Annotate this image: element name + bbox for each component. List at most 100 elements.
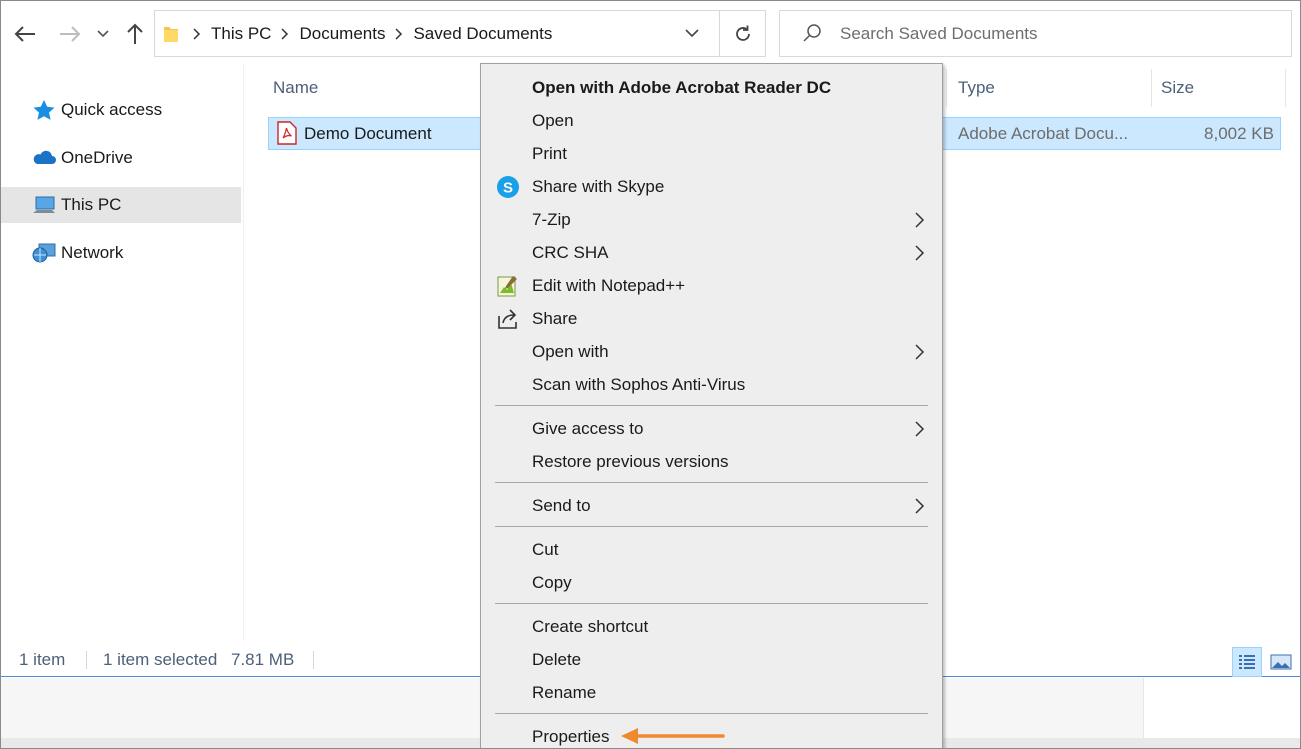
menu-item-label: Open with	[532, 342, 609, 361]
column-divider[interactable]	[946, 69, 947, 107]
selection-count: 1 item selected	[103, 650, 218, 669]
menu-item-share-with-skype[interactable]: S Share with Skype	[482, 170, 941, 203]
sidebar-item-label: Quick access	[61, 100, 163, 119]
refresh-button[interactable]	[719, 11, 766, 56]
menu-item-scan-sophos[interactable]: Scan with Sophos Anti-Virus	[482, 368, 941, 401]
address-dropdown-icon[interactable]	[685, 26, 699, 40]
chevron-right-icon	[281, 27, 289, 40]
search-box[interactable]: Search Saved Documents	[779, 10, 1292, 57]
menu-item-rename[interactable]: Rename	[482, 676, 941, 709]
refresh-icon	[736, 25, 750, 41]
menu-item-open-with[interactable]: Open with	[482, 335, 941, 368]
skype-icon: S	[497, 176, 519, 198]
callout-arrow-icon	[621, 728, 725, 744]
sidebar-item-label: Network	[61, 243, 124, 262]
menu-item-label: Edit with Notepad++	[532, 276, 686, 295]
recent-locations-button[interactable]	[91, 17, 115, 51]
arrow-right-icon	[60, 26, 81, 42]
sidebar-item-onedrive[interactable]: OneDrive	[1, 140, 241, 176]
chevron-right-icon	[915, 344, 925, 360]
menu-item-label: Share	[532, 309, 578, 328]
up-button[interactable]	[121, 17, 149, 51]
menu-item-edit-notepad[interactable]: Edit with Notepad++	[482, 269, 941, 302]
menu-item-label: Properties	[532, 727, 610, 746]
address-bar[interactable]: This PC Documents Saved Documents	[154, 10, 766, 57]
menu-item-create-shortcut[interactable]: Create shortcut	[482, 610, 941, 643]
menu-item-label: 7-Zip	[532, 210, 571, 229]
details-view-icon	[1239, 655, 1255, 669]
share-icon	[498, 309, 517, 329]
context-menu: Open with Adobe Acrobat Reader DC Open P…	[480, 63, 943, 748]
menu-item-label: Create shortcut	[532, 617, 649, 636]
menu-item-7zip[interactable]: 7-Zip	[482, 203, 941, 236]
pdf-file-icon	[277, 121, 297, 145]
folder-icon	[164, 27, 178, 42]
menu-item-label: Open with Adobe Acrobat Reader DC	[532, 78, 832, 97]
menu-item-label: Send to	[532, 496, 591, 515]
item-count: 1 item	[19, 650, 66, 669]
file-type: Adobe Acrobat Docu...	[958, 124, 1129, 143]
menu-item-delete[interactable]: Delete	[482, 643, 941, 676]
large-icons-view-icon	[1270, 654, 1292, 670]
search-input[interactable]: Search Saved Documents	[840, 11, 1038, 56]
selection-size: 7.81 MB	[231, 650, 295, 669]
navigation-bar: This PC Documents Saved Documents Search…	[1, 1, 1300, 65]
breadcrumb: This PC Documents Saved Documents	[193, 11, 552, 56]
column-header-type[interactable]: Type	[958, 67, 995, 109]
menu-item-open-with-acrobat[interactable]: Open with Adobe Acrobat Reader DC	[482, 71, 941, 104]
chevron-right-icon	[915, 245, 925, 261]
menu-item-crc-sha[interactable]: CRC SHA	[482, 236, 941, 269]
menu-item-share[interactable]: Share	[482, 302, 941, 335]
search-icon	[803, 24, 821, 42]
forward-button[interactable]	[56, 17, 84, 51]
back-button[interactable]	[11, 17, 39, 51]
menu-item-label: Scan with Sophos Anti-Virus	[532, 375, 746, 394]
menu-item-label: Share with Skype	[532, 177, 665, 196]
breadcrumb-documents[interactable]: Documents	[299, 24, 385, 44]
chevron-down-icon	[97, 30, 109, 38]
details-view-button[interactable]	[1232, 647, 1262, 677]
menu-item-send-to[interactable]: Send to	[482, 489, 941, 522]
breadcrumb-saved-documents[interactable]: Saved Documents	[413, 24, 552, 44]
sidebar-item-network[interactable]: Network	[1, 235, 241, 271]
menu-item-open[interactable]: Open	[482, 104, 941, 137]
sidebar-item-this-pc[interactable]: This PC	[1, 187, 241, 223]
menu-item-cut[interactable]: Cut	[482, 533, 941, 566]
network-icon	[32, 243, 56, 263]
column-divider[interactable]	[1151, 69, 1152, 107]
menu-item-restore-versions[interactable]: Restore previous versions	[482, 445, 941, 478]
arrow-left-icon	[14, 26, 35, 42]
file-explorer-window: This PC Documents Saved Documents Search…	[0, 0, 1301, 749]
sidebar-item-label: This PC	[61, 195, 122, 214]
large-icons-view-button[interactable]	[1266, 647, 1296, 677]
column-divider[interactable]	[1285, 69, 1286, 107]
column-header-size[interactable]: Size	[1161, 67, 1194, 109]
menu-item-label: Delete	[532, 650, 582, 669]
menu-item-label: CRC SHA	[532, 243, 609, 262]
menu-item-label: Give access to	[532, 419, 644, 438]
chevron-right-icon	[915, 212, 925, 228]
menu-item-label: Print	[532, 144, 567, 163]
menu-separator	[495, 603, 928, 604]
menu-item-label: Rename	[532, 683, 597, 702]
column-header-name[interactable]: Name	[273, 67, 318, 109]
chevron-right-icon	[395, 27, 403, 40]
file-size: 8,002 KB	[1204, 124, 1274, 143]
menu-item-copy[interactable]: Copy	[482, 566, 941, 599]
menu-item-print[interactable]: Print	[482, 137, 941, 170]
star-icon	[33, 100, 55, 120]
svg-text:S: S	[503, 180, 513, 197]
menu-item-label: Copy	[532, 573, 572, 592]
sidebar-item-quick-access[interactable]: Quick access	[1, 92, 241, 128]
sidebar-item-label: OneDrive	[61, 148, 133, 167]
arrow-up-icon	[127, 23, 143, 44]
background-panel	[1143, 678, 1300, 738]
cloud-icon	[33, 150, 56, 164]
navigation-pane: Quick access OneDrive This PC Network	[1, 65, 244, 641]
menu-separator	[495, 482, 928, 483]
menu-item-label: Restore previous versions	[532, 452, 729, 471]
menu-item-give-access[interactable]: Give access to	[482, 412, 941, 445]
breadcrumb-this-pc[interactable]: This PC	[211, 24, 271, 44]
chevron-right-icon	[915, 498, 925, 514]
menu-separator	[495, 405, 928, 406]
